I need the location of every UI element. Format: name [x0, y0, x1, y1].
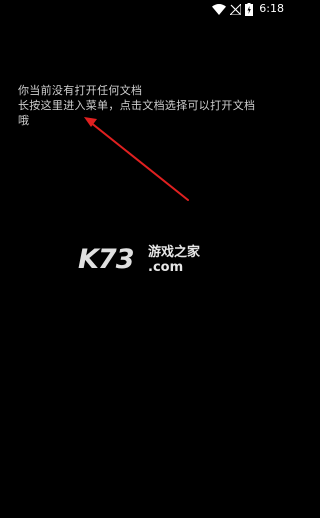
watermark-domain: .com [148, 260, 184, 275]
hint-line-3: 哦 [18, 114, 30, 127]
empty-state-hint[interactable]: 你当前没有打开任何文档 长按这里进入菜单，点击文档选择可以打开文档 哦 [18, 83, 280, 128]
hint-line-2: 长按这里进入菜单，点击文档选择可以打开文档 [18, 99, 256, 112]
document-viewer-screen: 6:18 你当前没有打开任何文档 长按这里进入菜单，点击文档选择可以打开文档 哦… [0, 0, 288, 518]
status-time: 6:18 [259, 2, 284, 15]
status-bar: 6:18 [0, 0, 288, 18]
hint-line-1: 你当前没有打开任何文档 [18, 84, 143, 97]
status-icons: 6:18 [212, 2, 284, 16]
signal-off-icon [230, 3, 242, 15]
wifi-icon [212, 3, 227, 15]
watermark-k73: K73 [78, 244, 134, 275]
battery-charging-icon [245, 2, 254, 16]
watermark-logo: K73 游戏之家 .com [78, 244, 212, 276]
watermark-brand: 游戏之家 [148, 245, 201, 260]
